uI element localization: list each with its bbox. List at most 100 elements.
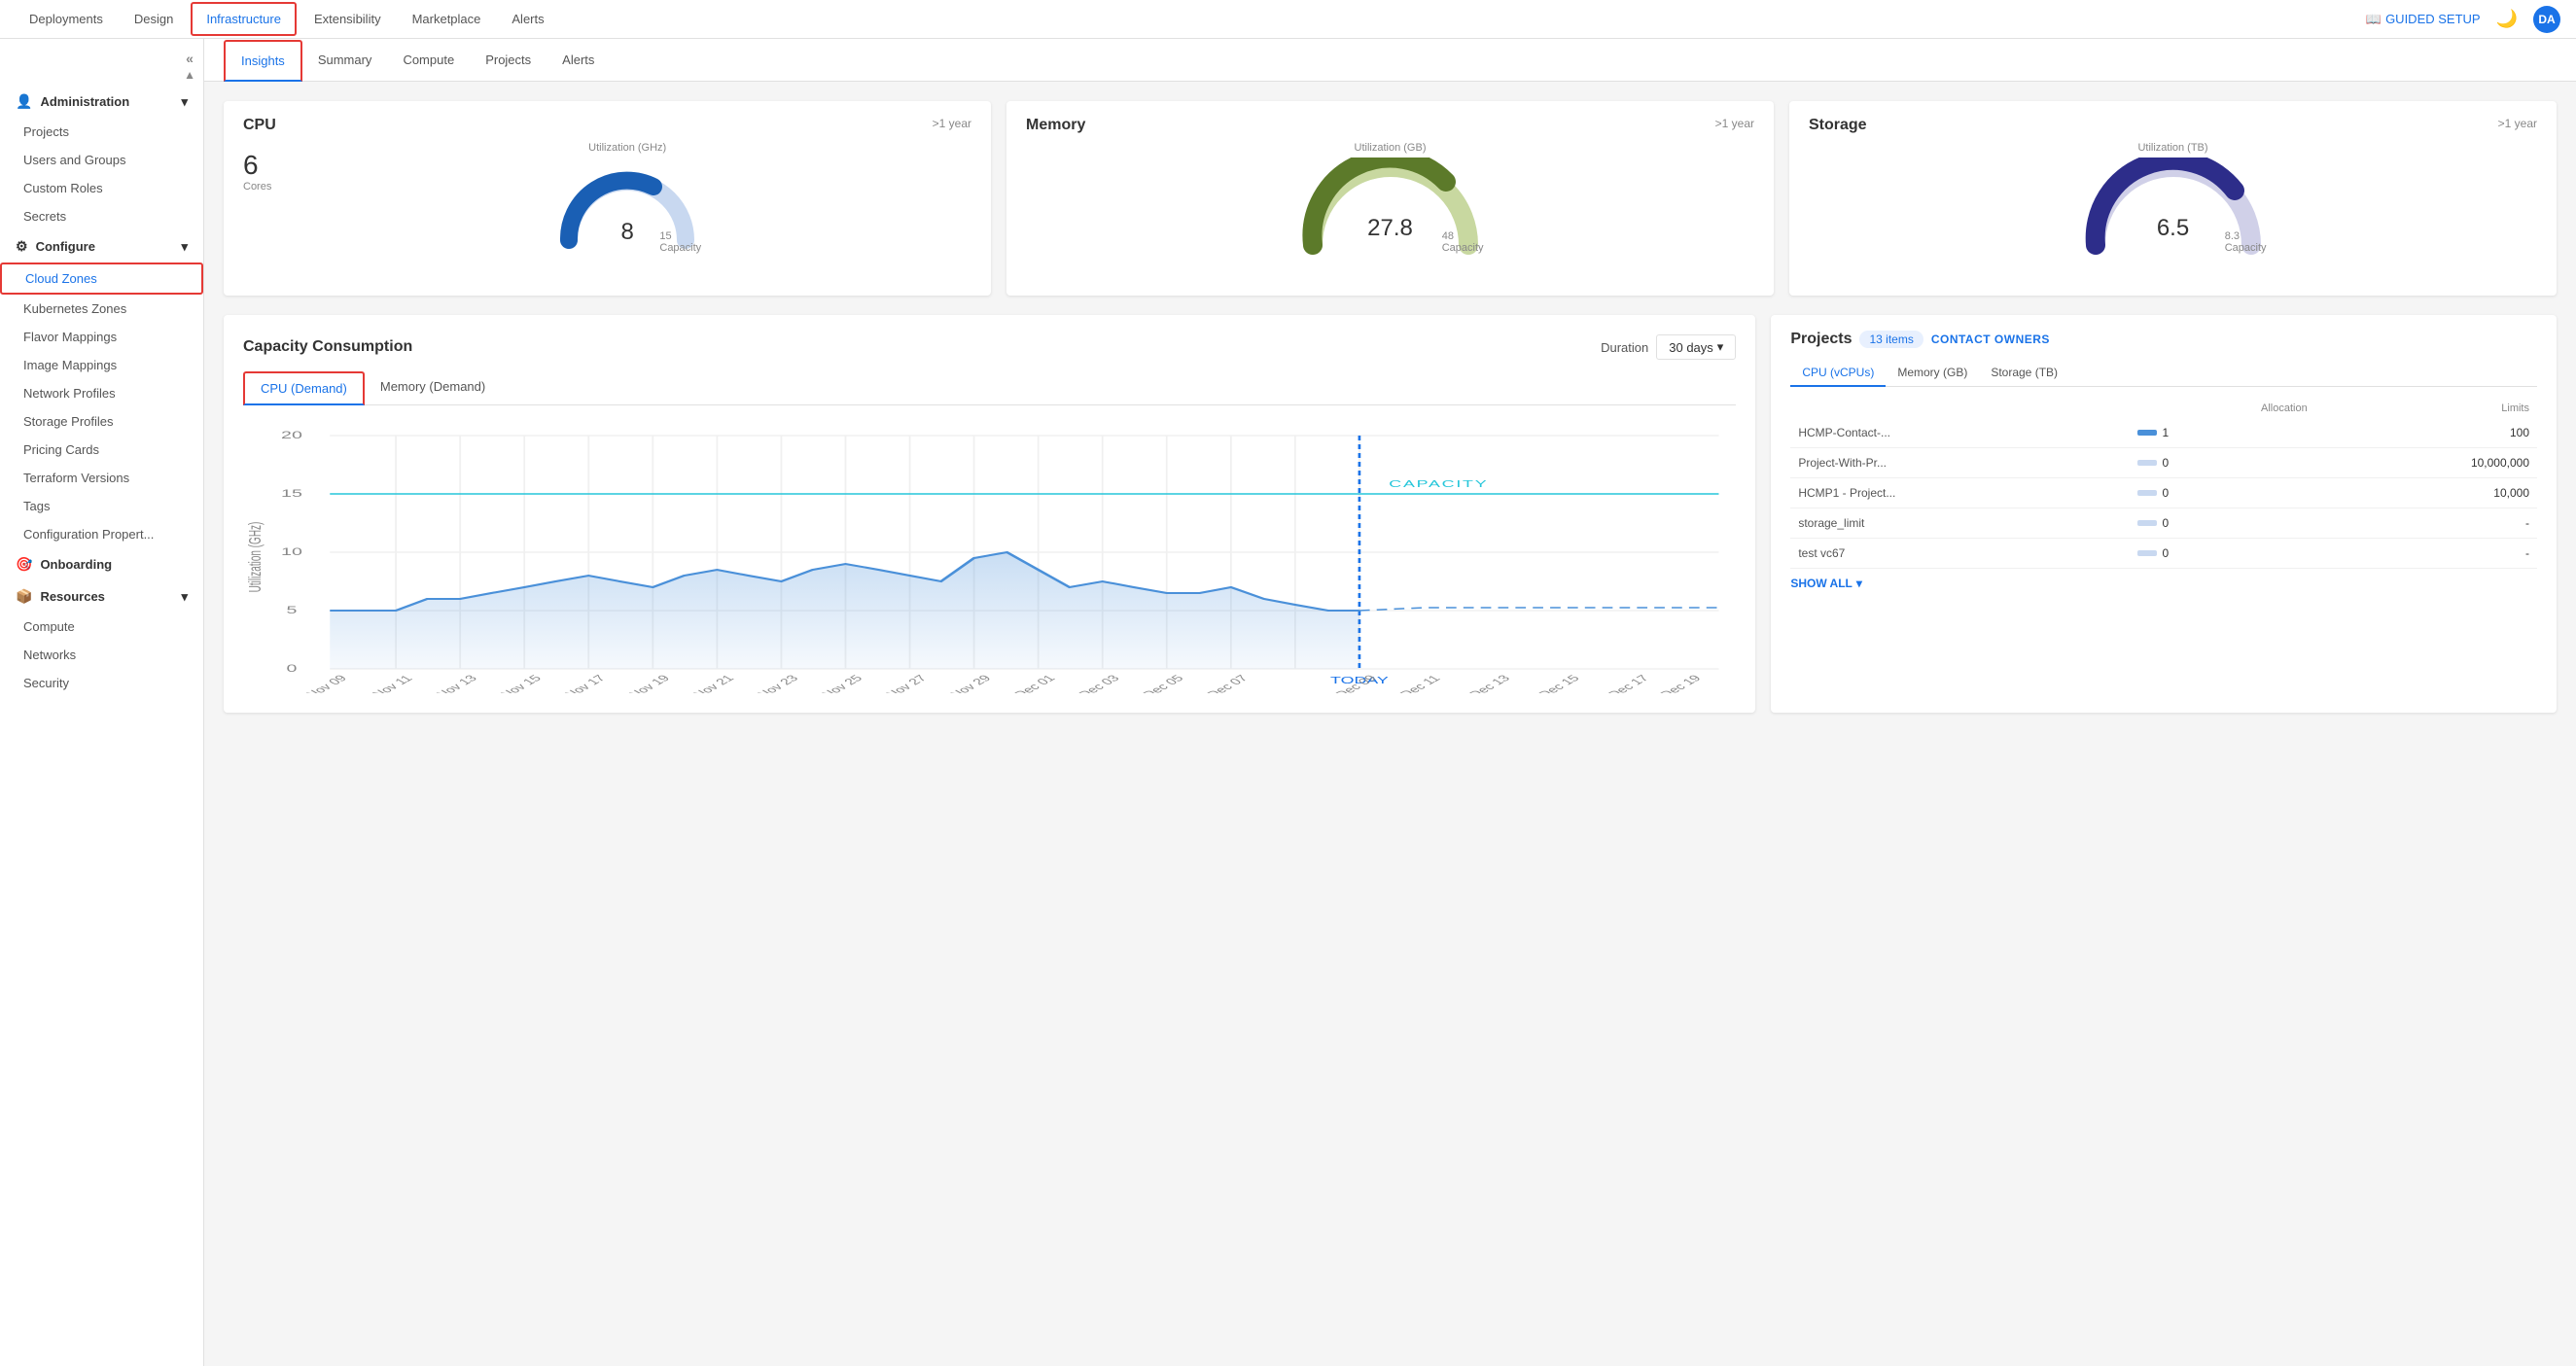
chart-tabs: CPU (Demand) Memory (Demand): [243, 371, 1736, 405]
sidebar-item-pricing-cards[interactable]: Pricing Cards: [0, 436, 203, 464]
chart-tab-memory[interactable]: Memory (Demand): [365, 371, 501, 405]
sidebar-item-kubernetes-zones[interactable]: Kubernetes Zones: [0, 295, 203, 323]
sub-tabs: Insights Summary Compute Projects Alerts: [204, 39, 2576, 82]
memory-title: Memory: [1026, 117, 1085, 134]
project-allocation: 0: [2163, 546, 2170, 560]
sidebar-item-compute[interactable]: Compute: [0, 613, 203, 641]
memory-duration: >1 year: [1715, 117, 1754, 130]
svg-text:Dec 15: Dec 15: [1535, 673, 1582, 693]
stats-row: CPU >1 year 6 Cores Utilization (GHz): [224, 101, 2557, 296]
cpu-current-value: 8: [620, 219, 633, 246]
table-row: Project-With-Pr... 0 10,000,000: [1790, 448, 2537, 478]
project-bar: [2137, 430, 2157, 436]
svg-text:Nov 13: Nov 13: [433, 673, 480, 693]
projects-tab-memory[interactable]: Memory (GB): [1886, 360, 1979, 387]
duration-label: Duration: [1601, 340, 1648, 355]
svg-text:10: 10: [281, 546, 302, 558]
svg-text:0: 0: [287, 663, 298, 675]
capacity-chart-svg: 20 15 10 5 0 Utilization (GHz): [243, 421, 1736, 693]
svg-text:5: 5: [287, 605, 298, 616]
items-badge: 13 items: [1859, 331, 1923, 348]
project-name: storage_limit: [1798, 516, 1864, 530]
sidebar-section-onboarding[interactable]: 🎯 Onboarding: [0, 548, 203, 580]
sidebar-collapse-icon[interactable]: «: [186, 51, 194, 66]
chevron-down-icon-4: ▾: [1717, 339, 1724, 355]
sidebar-item-secrets[interactable]: Secrets: [0, 202, 203, 230]
project-bar: [2137, 460, 2157, 466]
svg-text:Nov 17: Nov 17: [561, 673, 609, 693]
sidebar-section-administration[interactable]: 👤 Administration ▾: [0, 86, 203, 118]
sidebar-item-users-and-groups[interactable]: Users and Groups: [0, 146, 203, 174]
projects-card: Projects 13 items CONTACT OWNERS CPU (vC…: [1771, 315, 2557, 713]
nav-item-alerts[interactable]: Alerts: [498, 4, 557, 34]
tab-compute[interactable]: Compute: [387, 41, 470, 81]
nav-item-marketplace[interactable]: Marketplace: [399, 4, 495, 34]
svg-text:Dec 07: Dec 07: [1203, 673, 1251, 693]
project-allocation: 1: [2163, 426, 2170, 439]
project-limits: -: [2315, 539, 2537, 569]
chart-tab-cpu[interactable]: CPU (Demand): [243, 371, 365, 405]
sidebar-item-flavor-mappings[interactable]: Flavor Mappings: [0, 323, 203, 351]
project-limits: 10,000,000: [2315, 448, 2537, 478]
tab-summary[interactable]: Summary: [302, 41, 388, 81]
projects-table: Allocation Limits HCMP-Contact-...: [1790, 399, 2537, 569]
sidebar-item-projects[interactable]: Projects: [0, 118, 203, 146]
content-area: CPU >1 year 6 Cores Utilization (GHz): [204, 82, 2576, 732]
book-icon: 📖: [2366, 12, 2382, 27]
sidebar-section-configure[interactable]: ⚙ Configure ▾: [0, 230, 203, 263]
project-name: Project-With-Pr...: [1798, 456, 1887, 470]
svg-text:20: 20: [281, 430, 302, 441]
svg-text:Dec 13: Dec 13: [1465, 673, 1513, 693]
sidebar-item-configuration-properties[interactable]: Configuration Propert...: [0, 520, 203, 548]
guided-setup-button[interactable]: 📖 GUIDED SETUP: [2366, 12, 2481, 27]
col-limits: Limits: [2315, 399, 2537, 418]
svg-text:Dec 19: Dec 19: [1656, 673, 1704, 693]
show-all-button[interactable]: SHOW ALL ▾: [1790, 577, 2537, 590]
sidebar-item-cloud-zones[interactable]: Cloud Zones: [0, 263, 203, 295]
project-bar: [2137, 550, 2157, 556]
nav-item-design[interactable]: Design: [121, 4, 187, 34]
sidebar-item-security[interactable]: Security: [0, 669, 203, 697]
memory-capacity: 48 Capacity: [1442, 230, 1484, 254]
projects-tab-cpu[interactable]: CPU (vCPUs): [1790, 360, 1886, 387]
duration-selector[interactable]: 30 days ▾: [1656, 334, 1736, 360]
cpu-title: CPU: [243, 117, 276, 134]
configure-icon: ⚙: [16, 238, 28, 255]
nav-item-deployments[interactable]: Deployments: [16, 4, 117, 34]
sidebar-up-icon[interactable]: ▲: [184, 68, 195, 82]
sidebar-item-network-profiles[interactable]: Network Profiles: [0, 379, 203, 407]
chevron-down-icon-3: ▾: [181, 589, 188, 605]
nav-item-extensibility[interactable]: Extensibility: [300, 4, 395, 34]
sidebar-section-resources[interactable]: 📦 Resources ▾: [0, 580, 203, 613]
svg-text:Nov 11: Nov 11: [369, 673, 415, 693]
user-avatar[interactable]: DA: [2533, 6, 2560, 33]
storage-duration: >1 year: [2498, 117, 2537, 130]
sidebar-item-networks[interactable]: Networks: [0, 641, 203, 669]
project-name: HCMP1 - Project...: [1798, 486, 1895, 500]
tab-insights[interactable]: Insights: [224, 40, 302, 82]
onboarding-icon: 🎯: [16, 556, 32, 573]
sidebar-item-custom-roles[interactable]: Custom Roles: [0, 174, 203, 202]
svg-text:Dec 17: Dec 17: [1605, 673, 1652, 693]
theme-toggle[interactable]: 🌙: [2496, 9, 2518, 29]
svg-text:Nov 25: Nov 25: [818, 673, 865, 693]
svg-text:Nov 23: Nov 23: [754, 673, 801, 693]
svg-text:Dec 03: Dec 03: [1075, 673, 1122, 693]
top-navigation: Deployments Design Infrastructure Extens…: [0, 0, 2576, 39]
project-name: test vc67: [1798, 546, 1845, 560]
sidebar-item-image-mappings[interactable]: Image Mappings: [0, 351, 203, 379]
sidebar-item-tags[interactable]: Tags: [0, 492, 203, 520]
administration-icon: 👤: [16, 93, 32, 110]
projects-title: Projects: [1790, 331, 1852, 348]
nav-item-infrastructure[interactable]: Infrastructure: [191, 2, 297, 36]
svg-text:Dec 01: Dec 01: [1010, 673, 1058, 693]
project-limits: 10,000: [2315, 478, 2537, 508]
sidebar-item-storage-profiles[interactable]: Storage Profiles: [0, 407, 203, 436]
sidebar-item-terraform-versions[interactable]: Terraform Versions: [0, 464, 203, 492]
cpu-capacity: 15 Capacity: [659, 230, 701, 254]
tab-projects[interactable]: Projects: [470, 41, 547, 81]
projects-tab-storage[interactable]: Storage (TB): [1979, 360, 2069, 387]
project-limits: 100: [2315, 418, 2537, 448]
tab-alerts[interactable]: Alerts: [547, 41, 610, 81]
contact-owners-button[interactable]: CONTACT OWNERS: [1931, 333, 2050, 346]
